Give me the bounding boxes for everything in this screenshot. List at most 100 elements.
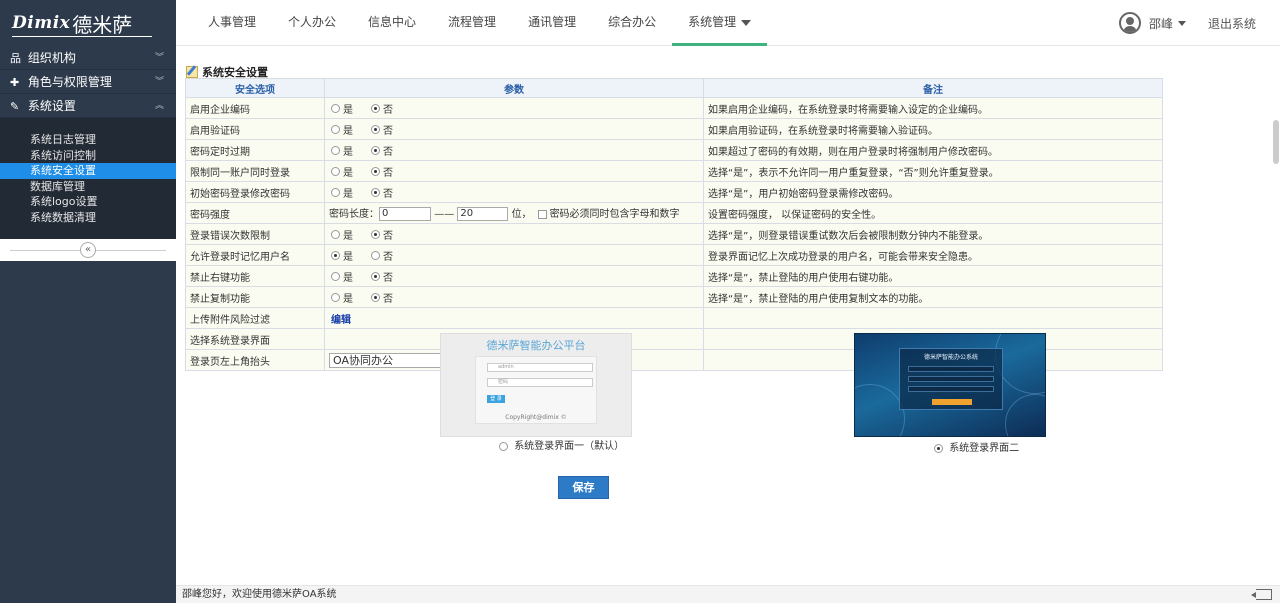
preview-copyright: CopyRight@dimix © [505,414,567,421]
yes-label: 是 [343,251,353,263]
nav-item-hr[interactable]: 人事管理 [192,0,272,46]
yes-radio[interactable] [331,145,340,155]
length-label: 密码长度： [329,209,379,220]
no-radio[interactable] [371,187,380,197]
nav-label: 人事管理 [208,15,257,29]
login-option-2-radio[interactable] [934,443,943,453]
sidebar-item-security[interactable]: 系统安全设置 [0,163,176,179]
yes-radio[interactable] [331,187,340,197]
yes-radio[interactable] [331,271,340,281]
yes-radio[interactable] [331,229,340,239]
sidebar-menu-settings[interactable]: ✎ 系统设置 ︽ [0,94,176,118]
column-header-option: 安全选项 [185,78,325,98]
welcome-text: 邵峰您好，欢迎使用德米萨OA系统 [182,589,337,600]
min-length-input[interactable]: 0 [379,207,431,221]
edit-link[interactable]: 编辑 [331,315,351,326]
no-label: 否 [383,272,393,284]
row-option: 登录错误次数限制 [185,223,325,245]
no-radio[interactable] [371,229,380,239]
row-param: 密码长度： 0 —— 20 位， 密码必须同时包含字母和数字 [324,202,704,224]
nav-item-personal[interactable]: 个人办公 [272,0,352,46]
sidebar-item-logo[interactable]: 系统logo设置 [0,194,176,210]
collapse-sidebar-button[interactable]: « [80,242,96,258]
sidebar-item-access[interactable]: 系统访问控制 [0,148,176,164]
row-param: 是否 [324,118,704,140]
yes-label: 是 [343,146,353,158]
login-option-1: 系统登录界面一（默认） [497,437,624,452]
brand-en: Dimix [12,13,71,33]
row-note: 选择“是”，用户初始密码登录需修改密码。 [703,181,1163,203]
no-radio[interactable] [371,124,380,134]
table-row: 允许登录时记忆用户名是否登录界面记忆上次成功登录的用户名，可能会带来安全隐患。 [185,244,1163,266]
yes-radio[interactable] [331,124,340,134]
login-screen-1-preview[interactable]: 德米萨智能办公平台 admin 密码 登 录 CopyRight@dimix © [440,333,632,437]
yes-label: 是 [343,293,353,305]
nav-item-system[interactable]: 系统管理 [672,0,768,46]
login-option-2-label: 系统登录界面二 [949,443,1020,454]
row-note: 如果超过了密码的有效期，则在用户登录时将强制用户修改密码。 [703,139,1163,161]
table-row: 禁止右键功能是否选择“是”，禁止登陆的用户使用右键功能。 [185,265,1163,287]
max-length-input[interactable]: 20 [457,207,509,221]
scrollbar[interactable] [1273,120,1279,164]
row-note: 如果启用验证码，在系统登录时将需要输入验证码。 [703,118,1163,140]
login-option-1-radio[interactable] [499,441,508,451]
logout-link[interactable]: 退出系统 [1208,15,1256,32]
no-radio[interactable] [371,250,380,260]
yes-label: 是 [343,104,353,116]
nav-item-workflow[interactable]: 流程管理 [432,0,512,46]
column-header-note: 备注 [703,78,1163,98]
caret-down-icon[interactable] [1177,20,1186,26]
nav-label: 信息中心 [368,15,417,29]
sidebar-item-cleanup[interactable]: 系统数据清理 [0,210,176,226]
no-label: 否 [383,230,393,242]
row-note: 登录界面记忆上次成功登录的用户名，可能会带来安全隐患。 [703,244,1163,266]
yes-radio[interactable] [331,166,340,176]
no-radio[interactable] [371,166,380,176]
yes-radio[interactable] [331,103,340,113]
no-radio[interactable] [371,292,380,302]
table-row-login-screen: 选择系统登录界面 德米萨智能办公平台 admin 密码 登 录 CopyRigh… [185,328,1163,454]
preview-user-field: admin [487,363,593,372]
user-name[interactable]: 邵峰 [1149,15,1173,32]
no-radio[interactable] [371,145,380,155]
table-row: 禁止复制功能是否选择“是”，禁止登陆的用户使用复制文本的功能。 [185,286,1163,308]
menu-label: 角色与权限管理 [27,75,112,89]
row-option: 选择系统登录界面 [185,328,325,350]
table-row-upload-filter: 上传附件风险过滤 编辑 [185,307,1163,329]
sidebar-menu-org[interactable]: 品 组织机构 ︾ [0,46,176,70]
no-radio[interactable] [371,103,380,113]
row-note: 选择“是”，禁止登陆的用户使用右键功能。 [703,265,1163,287]
nav-label: 通讯管理 [528,15,577,29]
wrench-icon: ✎ [10,100,20,113]
nav-item-info[interactable]: 信息中心 [352,0,432,46]
login-option-2: 系统登录界面二 [932,439,1019,454]
row-note: 选择“是”，禁止登陆的用户使用复制文本的功能。 [703,286,1163,308]
row-note: 选择“是”，则登录错误重试数次后会被限制数分钟内不能登录。 [703,223,1163,245]
double-chevron-up-icon: ︽ [154,101,164,111]
yes-label: 是 [343,167,353,179]
mixed-chars-checkbox[interactable] [537,209,547,219]
nav-label: 系统管理 [688,15,737,29]
yes-radio[interactable] [331,292,340,302]
range-dash: —— [434,209,455,220]
save-button[interactable]: 保存 [558,476,609,499]
no-radio[interactable] [371,271,380,281]
sidebar-menu-roles[interactable]: ✚ 角色与权限管理 ︾ [0,70,176,94]
top-bar: Dimix 德米萨 人事管理 个人办公 信息中心 流程管理 通讯管理 综合办公 … [0,0,1280,46]
pin-toggle-icon[interactable] [1251,589,1272,600]
sidebar-item-database[interactable]: 数据库管理 [0,179,176,195]
login-screen-2-preview[interactable]: 德米萨智能办公系统 [854,333,1046,437]
menu-label: 组织机构 [27,51,76,65]
row-option: 上传附件风险过滤 [185,307,325,329]
logo-underline [12,36,152,37]
user-avatar-icon[interactable] [1118,12,1141,34]
sidebar: 品 组织机构 ︾ ✚ 角色与权限管理 ︾ ✎ 系统设置 ︽ 系统日志管理 系统访… [0,46,176,603]
no-label: 否 [383,188,393,200]
nav-item-contacts[interactable]: 通讯管理 [512,0,592,46]
yes-radio[interactable] [331,250,340,260]
no-label: 否 [383,104,393,116]
sidebar-item-log[interactable]: 系统日志管理 [0,132,176,148]
settings-submenu: 系统日志管理 系统访问控制 系统安全设置 数据库管理 系统logo设置 系统数据… [0,118,176,239]
row-param: 是否 [324,160,704,182]
nav-item-general[interactable]: 综合办公 [592,0,672,46]
